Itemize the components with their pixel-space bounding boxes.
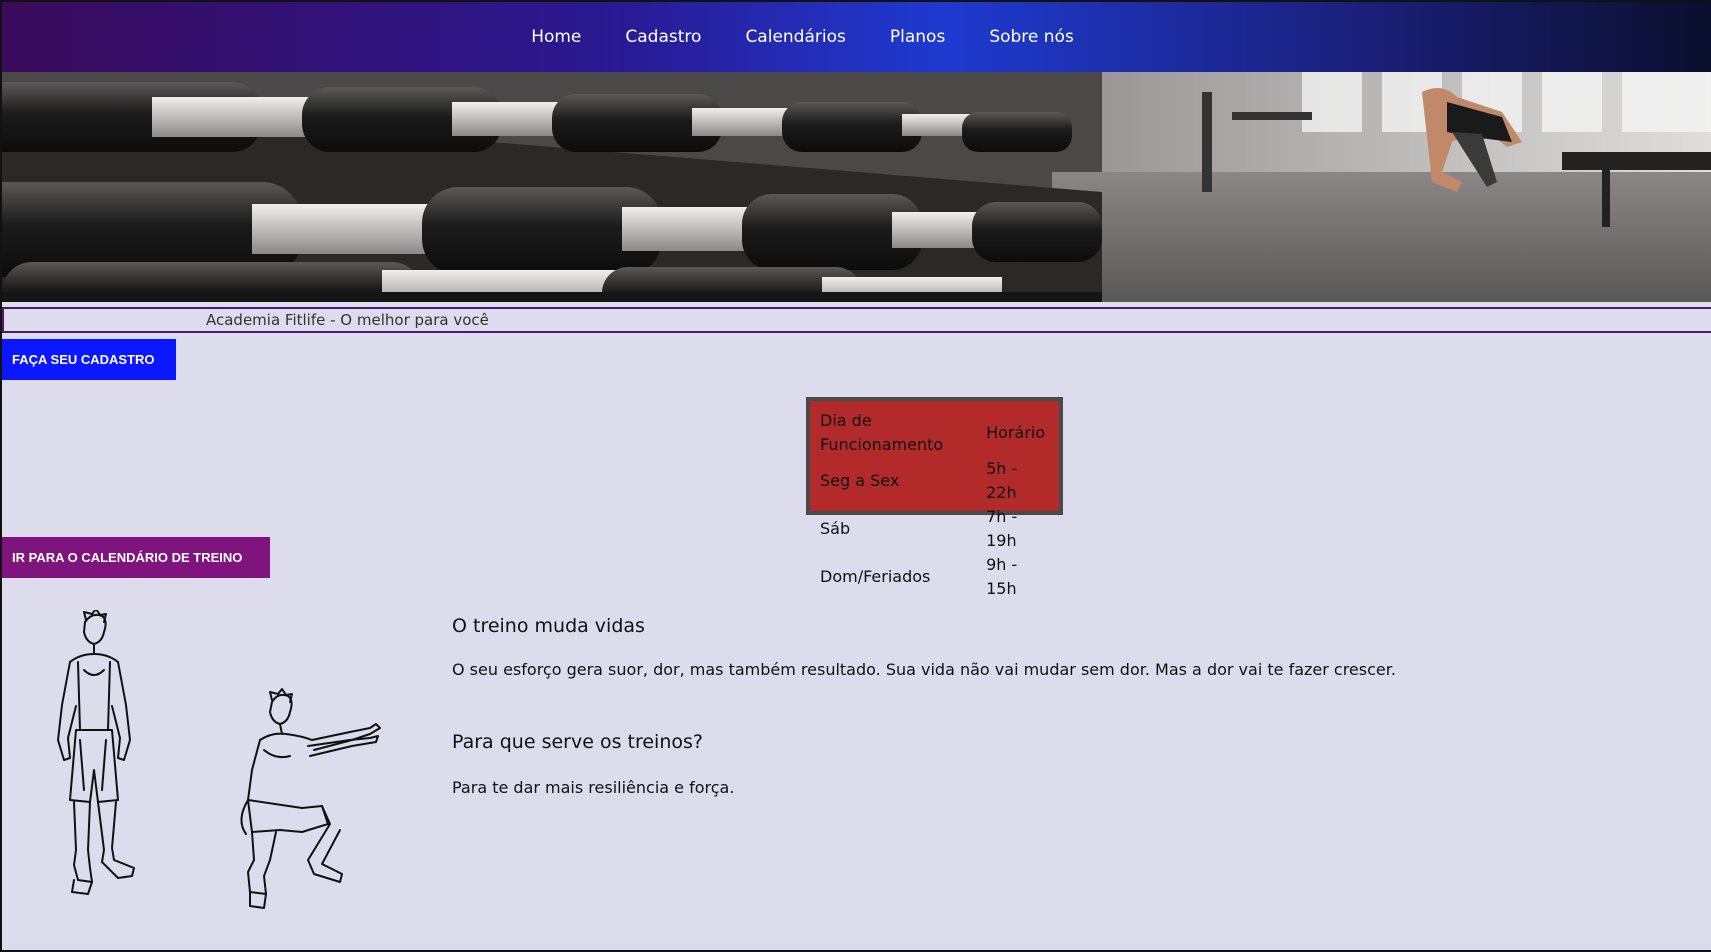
nav-calendarios-link[interactable]: Calendários	[723, 27, 867, 47]
hours-row: Seg a Sex 5h - 22h	[820, 457, 1051, 505]
hours-day: Sáb	[820, 519, 851, 538]
scrolling-tagline: Academia Fitlife - O melhor para você	[2, 307, 1711, 333]
gym-photo-illustration	[2, 72, 1711, 302]
hours-day: Dom/Feriados	[820, 567, 931, 586]
hours-time: 5h - 22h	[986, 459, 1018, 502]
hours-header-day: Dia de Funcionamento	[820, 411, 944, 454]
section-heading-2: Para que serve os treinos?	[452, 731, 703, 753]
hours-time: 9h - 15h	[986, 555, 1018, 598]
calendario-button[interactable]: IR PARA O CALENDÁRIO DE TREINO	[2, 537, 270, 578]
nav-menu: Home Cadastro Calendários Planos Sobre n…	[509, 27, 1096, 47]
hours-time: 7h - 19h	[986, 507, 1018, 550]
hours-header-time: Horário	[986, 423, 1046, 442]
hero-banner-image	[2, 72, 1711, 302]
top-navbar: Home Cadastro Calendários Planos Sobre n…	[2, 2, 1711, 72]
section-paragraph-2: Para te dar mais resiliência e força.	[452, 778, 735, 797]
section-paragraph-1: O seu esforço gera suor, dor, mas também…	[452, 660, 1396, 679]
nav-cadastro-link[interactable]: Cadastro	[603, 27, 723, 47]
nav-sobre-link[interactable]: Sobre nós	[967, 27, 1096, 47]
opening-hours-table: Dia de Funcionamento Horário Seg a Sex 5…	[806, 397, 1063, 598]
exercise-illustration	[40, 608, 420, 920]
nav-home-link[interactable]: Home	[509, 27, 603, 47]
cadastro-button[interactable]: FAÇA SEU CADASTRO	[2, 339, 176, 380]
nav-planos-link[interactable]: Planos	[868, 27, 967, 47]
section-heading-1: O treino muda vidas	[452, 615, 645, 637]
hours-row: Sáb 7h - 19h	[820, 505, 1051, 553]
hours-day: Seg a Sex	[820, 471, 900, 490]
hours-row: Dom/Feriados 9h - 15h	[820, 553, 1051, 601]
tagline-text: Academia Fitlife - O melhor para você	[206, 311, 489, 329]
squat-figures-image	[57, 608, 381, 909]
